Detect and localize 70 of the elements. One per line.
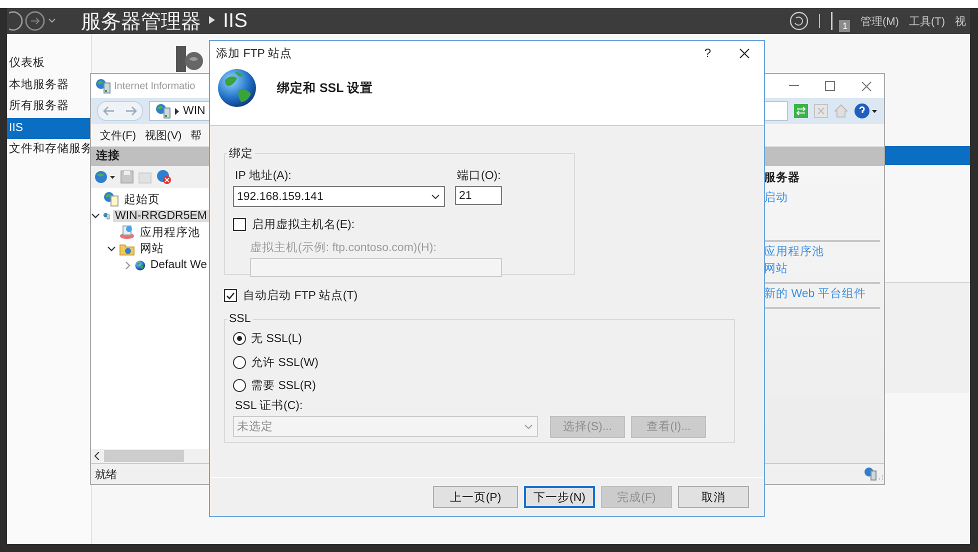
nav-item[interactable]: IIS bbox=[7, 118, 91, 139]
caret-icon bbox=[431, 194, 440, 200]
chevron-right-icon[interactable] bbox=[123, 260, 132, 270]
checkbox[interactable] bbox=[224, 289, 237, 302]
nav-item[interactable]: 仪表板 bbox=[7, 53, 91, 74]
maximize-icon[interactable] bbox=[825, 81, 835, 91]
menu-item[interactable]: 管理(M) bbox=[860, 14, 899, 28]
menu-item[interactable]: 视 bbox=[955, 14, 966, 28]
scroll-left-icon[interactable] bbox=[94, 452, 100, 460]
chevron-down-icon[interactable] bbox=[107, 244, 116, 254]
status-text: 就绪 bbox=[95, 468, 117, 482]
chevron-down-icon[interactable] bbox=[91, 211, 100, 220]
server-icon bbox=[176, 46, 204, 72]
refresh-icon[interactable] bbox=[789, 11, 810, 31]
separator-icon bbox=[819, 14, 822, 28]
tree-item[interactable]: 网站 bbox=[138, 241, 166, 256]
window-title: Internet Informatio bbox=[114, 80, 196, 92]
globe-icon bbox=[217, 68, 257, 108]
caret-icon bbox=[524, 424, 533, 430]
pane-header: 连接 bbox=[91, 147, 209, 166]
globe-icon[interactable] bbox=[94, 170, 116, 184]
menu-item[interactable]: 工具(T) bbox=[908, 14, 945, 28]
server-status-icon bbox=[864, 467, 884, 481]
field-label: 端口(O): bbox=[456, 168, 502, 183]
server-icon bbox=[155, 103, 171, 119]
minimize-icon[interactable] bbox=[789, 85, 799, 87]
breadcrumb-arrow-icon bbox=[175, 108, 179, 114]
checkbox[interactable] bbox=[233, 218, 246, 231]
host-name-field[interactable] bbox=[250, 258, 502, 277]
menu-item[interactable]: 视图(V) bbox=[145, 128, 182, 142]
breadcrumb: IIS bbox=[223, 10, 248, 32]
tree-item[interactable]: Default We bbox=[148, 259, 209, 272]
help-icon[interactable] bbox=[854, 103, 878, 119]
checkbox-label: 启用虚拟主机名(E): bbox=[252, 217, 355, 232]
dialog-button[interactable]: 上一页(P) bbox=[433, 486, 518, 508]
radio-label: 允许 SSL(W) bbox=[251, 356, 318, 370]
app-icon bbox=[95, 78, 111, 94]
dialog-title: 添加 FTP 站点 bbox=[216, 46, 292, 60]
nav-item[interactable]: 文件和存储服务 bbox=[7, 139, 91, 160]
dialog-heading: 绑定和 SSL 设置 bbox=[277, 80, 374, 96]
field-label: 虚拟主机(示例: ftp.contoso.com)(H): bbox=[250, 240, 438, 255]
radio-label: 无 SSL(L) bbox=[251, 332, 302, 346]
home-page-icon bbox=[103, 191, 119, 208]
group-label: 绑定 bbox=[228, 146, 254, 161]
checkbox-label: 自动启动 FTP 站点(T) bbox=[243, 288, 358, 303]
notification-badge: 1 bbox=[839, 20, 850, 32]
app-pool-icon bbox=[119, 224, 135, 240]
group-label: SSL bbox=[228, 313, 252, 325]
nav-item[interactable]: 本地服务器 bbox=[7, 74, 91, 96]
port-field[interactable]: 21 bbox=[455, 186, 502, 205]
section-heading: 服务器 bbox=[764, 170, 801, 186]
nav-item[interactable]: 所有服务器 bbox=[7, 96, 91, 118]
ip-address-dropdown[interactable]: 192.168.159.141 bbox=[233, 186, 445, 207]
help-button[interactable]: ? bbox=[704, 46, 711, 60]
menu-item[interactable]: 文件(F) bbox=[100, 128, 136, 142]
dialog-button[interactable]: 下一步(N) bbox=[524, 486, 595, 508]
dialog-button[interactable]: 取消 bbox=[678, 486, 749, 508]
menu-item[interactable]: 帮 bbox=[190, 128, 202, 142]
scrollbar-thumb[interactable] bbox=[104, 450, 184, 462]
radio-label: 需要 SSL(R) bbox=[251, 378, 316, 394]
tree-item[interactable]: 起始页 bbox=[122, 192, 162, 207]
close-icon[interactable] bbox=[739, 48, 750, 58]
window-title: 服务器管理器 bbox=[81, 10, 201, 34]
breadcrumb-arrow-icon bbox=[209, 16, 215, 24]
globe-icon bbox=[135, 258, 146, 273]
field-label: IP 地址(A): bbox=[234, 168, 292, 183]
disconnect-icon[interactable] bbox=[156, 169, 172, 185]
field-label: SSL 证书(C): bbox=[234, 398, 304, 412]
tree-item[interactable]: WIN-RRGDR5EM bbox=[113, 210, 209, 222]
tree-item[interactable]: 应用程序池 bbox=[138, 224, 202, 240]
